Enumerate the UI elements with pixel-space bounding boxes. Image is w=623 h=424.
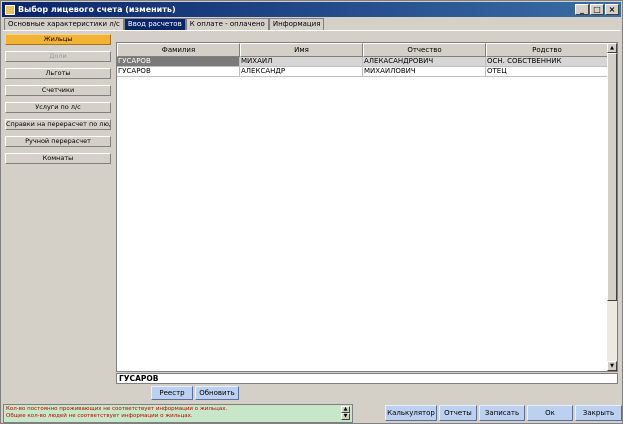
cell-relation: ОСН. СОБСТВЕННИК: [486, 57, 608, 67]
table-row[interactable]: ГУСАРОВ АЛЕКСАНДР МИХАЙЛОВИЧ ОТЕЦ: [117, 67, 608, 77]
menu-services-button[interactable]: Услуги по л/с: [5, 102, 111, 113]
menu-manual-recalc-button[interactable]: Ручной перерасчет: [5, 136, 111, 147]
close-window-button[interactable]: ×: [605, 4, 619, 15]
status-spinner[interactable]: ▲ ▼: [341, 406, 350, 421]
scroll-up-icon[interactable]: ▲: [607, 43, 617, 53]
status-line: Кол-во постоянно проживающих не соответс…: [6, 406, 228, 412]
reports-button[interactable]: Отчеты: [439, 405, 477, 421]
menu-benefits-button[interactable]: Льготы: [5, 68, 111, 79]
tab-main-characteristics[interactable]: Основные характеристики л/с: [4, 18, 124, 30]
column-header-name[interactable]: Имя: [240, 43, 363, 57]
app-icon: [5, 4, 15, 15]
status-messages: Кол-во постоянно проживающих не соответс…: [3, 404, 353, 423]
ok-button[interactable]: Ок: [527, 405, 573, 421]
maximize-button[interactable]: □: [590, 4, 604, 15]
scroll-down-icon[interactable]: ▼: [607, 361, 617, 371]
surname-field[interactable]: ГУСАРОВ: [116, 373, 618, 384]
title-bar[interactable]: Выбор лицевого счета (изменить) _ □ ×: [2, 2, 621, 17]
menu-recalc-certificates-button[interactable]: Справки на перерасчет по людям: [5, 119, 111, 130]
table-vertical-scrollbar[interactable]: ▲ ▼: [607, 43, 617, 371]
tab-bar: Основные характеристики л/с Ввод расчето…: [4, 17, 325, 30]
window-title: Выбор лицевого счета (изменить): [18, 5, 176, 14]
main-window: Выбор лицевого счета (изменить) _ □ × Ос…: [0, 0, 623, 424]
table-header: Фамилия Имя Отчество Родство: [117, 43, 608, 57]
tab-information[interactable]: Информация: [268, 18, 325, 30]
table-body: ГУСАРОВ МИХАИЛ АЛЕКАСАНДРОВИЧ ОСН. СОБСТ…: [117, 57, 608, 77]
table-row[interactable]: ГУСАРОВ МИХАИЛ АЛЕКАСАНДРОВИЧ ОСН. СОБСТ…: [117, 57, 608, 67]
cell-name: МИХАИЛ: [240, 57, 363, 67]
column-header-surname[interactable]: Фамилия: [117, 43, 240, 57]
cell-surname: ГУСАРОВ: [117, 57, 240, 67]
cell-relation: ОТЕЦ: [486, 67, 608, 77]
registry-button[interactable]: Реестр: [151, 386, 193, 400]
cell-patronymic: МИХАЙЛОВИЧ: [363, 67, 486, 77]
tab-calculations-input[interactable]: Ввод расчетов: [123, 18, 186, 30]
menu-meters-button[interactable]: Счетчики: [5, 85, 111, 96]
residents-table[interactable]: Фамилия Имя Отчество Родство ГУСАРОВ МИХ…: [116, 42, 618, 372]
menu-shares-button: Доли: [5, 51, 111, 62]
column-header-relation[interactable]: Родство: [486, 43, 608, 57]
chevron-down-icon[interactable]: ▼: [341, 413, 350, 420]
cell-name: АЛЕКСАНДР: [240, 67, 363, 77]
cell-patronymic: АЛЕКАСАНДРОВИЧ: [363, 57, 486, 67]
refresh-button[interactable]: Обновить: [195, 386, 239, 400]
calculator-button[interactable]: Калькулятор: [385, 405, 437, 421]
save-button[interactable]: Записать: [479, 405, 525, 421]
tab-payment[interactable]: К оплате - оплачено: [185, 18, 269, 30]
column-header-patronymic[interactable]: Отчество: [363, 43, 486, 57]
cell-surname: ГУСАРОВ: [117, 67, 240, 77]
minimize-button[interactable]: _: [575, 4, 589, 15]
menu-rooms-button[interactable]: Комнаты: [5, 153, 111, 164]
window-controls: _ □ ×: [575, 4, 619, 15]
chevron-up-icon[interactable]: ▲: [341, 406, 350, 413]
bottom-toolbar: Калькулятор Отчеты Записать Ок Закрыть: [385, 405, 622, 421]
status-line: Общее кол-во людей не соответствует инфо…: [6, 413, 193, 419]
side-menu: Жильцы Доли Льготы Счетчики Услуги по л/…: [5, 34, 111, 170]
scroll-thumb[interactable]: [607, 53, 617, 301]
close-button[interactable]: Закрыть: [575, 405, 622, 421]
menu-residents-button[interactable]: Жильцы: [5, 34, 111, 45]
